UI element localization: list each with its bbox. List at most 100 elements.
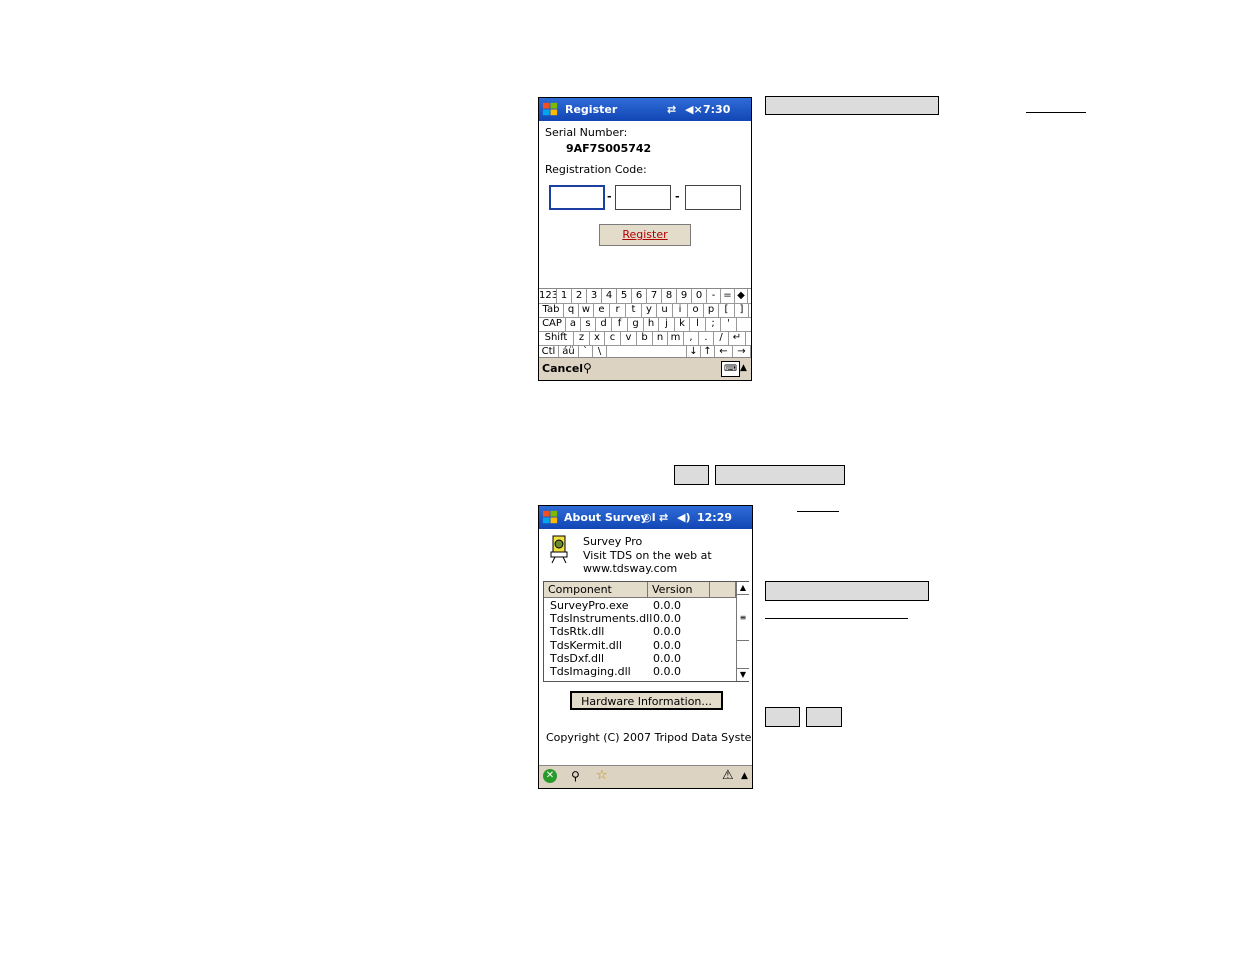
keyboard-key[interactable]: 9 (677, 289, 692, 303)
keyboard-key[interactable]: p (704, 303, 719, 317)
registration-code-field-2[interactable] (615, 185, 671, 210)
scroll-up-arrow-icon[interactable]: ▲ (737, 582, 749, 595)
keyboard-row-1: 123 1 2 3 4 5 6 7 8 9 0- = ◆ (539, 289, 751, 304)
start-menu-icon[interactable] (541, 508, 560, 527)
keyboard-key[interactable]: g (628, 317, 644, 331)
keyboard-key[interactable]: ◆ (735, 289, 748, 303)
keyboard-key[interactable]: z (574, 331, 590, 345)
scroll-thumb[interactable]: ≡ (737, 596, 749, 641)
keyboard-key[interactable]: j (659, 317, 675, 331)
connectivity-icon[interactable]: ⇄ (659, 511, 668, 524)
input-selector-arrow-icon[interactable]: ▲ (740, 363, 747, 373)
table-row[interactable]: TdsDxf.dll 0.0.0 (544, 652, 734, 665)
keyboard-key[interactable]: c (605, 331, 621, 345)
keyboard-key[interactable]: [ (719, 303, 735, 317)
keyboard-key[interactable]: 6 (632, 289, 647, 303)
keyboard-key[interactable]: 123 (539, 289, 557, 303)
keyboard-key[interactable]: Shift (539, 331, 574, 345)
help-icon[interactable]: ⚲ (571, 769, 580, 783)
callout-box (765, 96, 939, 115)
keyboard-key[interactable]: t (626, 303, 642, 317)
soft-keyboard: 123 1 2 3 4 5 6 7 8 9 0- = ◆ Tab q w e r t y u i o p[] CAP a s d f… (539, 288, 751, 360)
table-row[interactable]: TdsImaging.dll 0.0.0 (544, 665, 734, 678)
keyboard-key[interactable]: ' (721, 317, 737, 331)
keyboard-key[interactable]: 2 (572, 289, 587, 303)
keyboard-key[interactable]: - (707, 289, 721, 303)
code-separator: - (607, 190, 612, 203)
keyboard-key[interactable]: v (621, 331, 637, 345)
website-url[interactable]: www.tdsway.com (583, 562, 677, 575)
column-header-version[interactable]: Version (648, 582, 710, 598)
table-row[interactable]: TdsKermit.dll 0.0.0 (544, 639, 734, 652)
connectivity-icon[interactable]: ⇄ (667, 103, 676, 116)
keyboard-key[interactable]: l (690, 317, 706, 331)
registration-code-field-1[interactable] (549, 185, 605, 210)
keyboard-key[interactable]: 5 (617, 289, 632, 303)
keyboard-key[interactable]: ; (706, 317, 721, 331)
keyboard-key[interactable]: b (637, 331, 653, 345)
version-cell: 0.0.0 (653, 599, 681, 612)
keyboard-key[interactable]: 4 (602, 289, 617, 303)
keyboard-key[interactable]: . (699, 331, 714, 345)
keyboard-key[interactable]: a (566, 317, 581, 331)
register-button[interactable]: Register (599, 224, 691, 246)
help-icon[interactable]: ⚲ (583, 361, 592, 375)
component-cell: TdsImaging.dll (550, 665, 631, 678)
keyboard-key[interactable]: , (684, 331, 699, 345)
table-row[interactable]: TdsRtk.dll 0.0.0 (544, 625, 734, 638)
keyboard-key[interactable]: f (612, 317, 628, 331)
clock[interactable]: 12:29 (697, 511, 732, 524)
cancel-button[interactable]: Cancel (542, 362, 583, 375)
volume-icon[interactable]: ◀) (677, 511, 691, 524)
keyboard-key[interactable]: u (657, 303, 673, 317)
sync-icon[interactable]: ◎ (642, 511, 652, 524)
hardware-information-button[interactable]: Hardware Information... (570, 691, 723, 710)
keyboard-key[interactable]: x (590, 331, 605, 345)
keyboard-key[interactable]: 0 (692, 289, 707, 303)
keyboard-key[interactable]: s (581, 317, 596, 331)
component-table[interactable]: Component Version SurveyPro.exe 0.0.0 TdsI… (543, 581, 749, 682)
keyboard-key[interactable]: o (688, 303, 704, 317)
keyboard-key[interactable]: k (675, 317, 690, 331)
column-header-blank (710, 582, 736, 598)
callout-box (765, 581, 929, 601)
keyboard-key[interactable]: / (714, 331, 729, 345)
keyboard-key[interactable]: h (644, 317, 659, 331)
keyboard-key[interactable]: Tab (539, 303, 564, 317)
keyboard-key[interactable]: d (596, 317, 612, 331)
keyboard-key[interactable]: ] (735, 303, 749, 317)
keyboard-key[interactable]: ↵ (729, 331, 746, 345)
input-selector-arrow-icon[interactable]: ▲ (741, 771, 748, 781)
keyboard-key[interactable]: q (564, 303, 579, 317)
warning-triangle-icon[interactable]: ⚠ (722, 768, 734, 783)
keyboard-key[interactable]: y (642, 303, 657, 317)
keyboard-key[interactable]: CAP (539, 317, 566, 331)
keyboard-key[interactable]: = (721, 289, 735, 303)
scroll-down-arrow-icon[interactable]: ▼ (737, 668, 749, 681)
keyboard-key[interactable]: w (579, 303, 594, 317)
favorites-star-icon[interactable]: ☆ (596, 768, 608, 783)
keyboard-row-3: CAP a s d f g h j k l; ' (539, 317, 751, 332)
table-row[interactable]: SurveyPro.exe 0.0.0 (544, 599, 734, 612)
volume-muted-icon[interactable]: ◀× (685, 103, 703, 116)
keyboard-key[interactable]: m (668, 331, 684, 345)
keyboard-key[interactable]: n (653, 331, 668, 345)
version-cell: 0.0.0 (653, 612, 681, 626)
keyboard-key[interactable]: i (673, 303, 688, 317)
version-cell: 0.0.0 (653, 651, 681, 665)
callout-box-small (806, 707, 842, 727)
clock[interactable]: 7:30 (703, 103, 730, 116)
close-icon[interactable]: ✕ (543, 769, 557, 783)
keyboard-key[interactable]: 3 (587, 289, 602, 303)
table-scrollbar[interactable]: ▲ ≡ ▼ (736, 582, 749, 681)
keyboard-key[interactable]: 8 (662, 289, 677, 303)
keyboard-key[interactable]: e (594, 303, 610, 317)
registration-code-field-3[interactable] (685, 185, 741, 210)
start-menu-icon[interactable] (541, 100, 560, 119)
keyboard-key[interactable]: 1 (557, 289, 572, 303)
keyboard-icon[interactable]: ⌨ (721, 361, 740, 377)
keyboard-key[interactable]: 7 (647, 289, 662, 303)
table-row[interactable]: TdsInstruments.dll 0.0.0 (544, 612, 734, 625)
column-header-component[interactable]: Component (544, 582, 648, 598)
keyboard-key[interactable]: r (610, 303, 626, 317)
